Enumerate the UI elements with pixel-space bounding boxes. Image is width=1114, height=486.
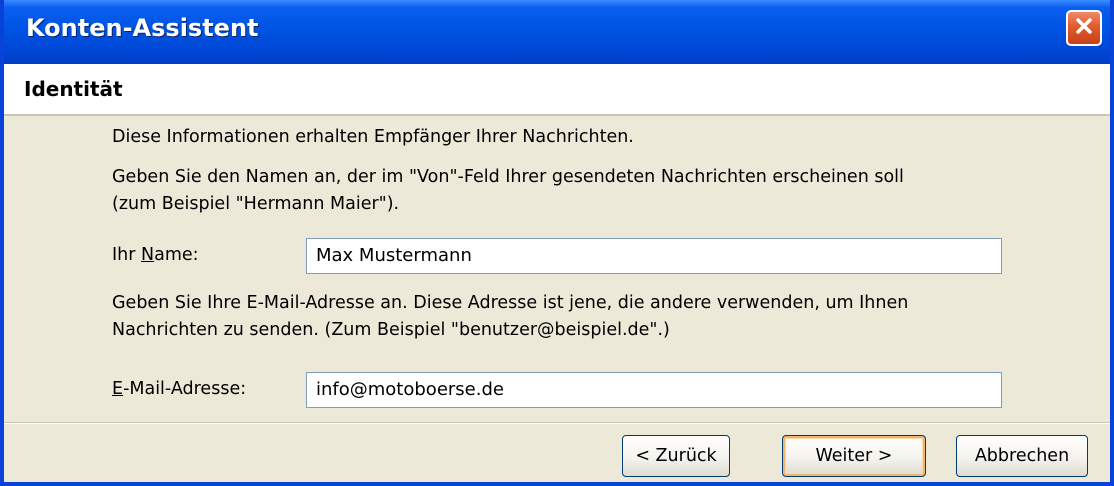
email-instruction-text: Geben Sie Ihre E-Mail-Adresse an. Diese … bbox=[112, 293, 909, 340]
button-divider bbox=[4, 422, 1110, 424]
next-button[interactable]: Weiter > bbox=[782, 435, 926, 477]
cancel-button[interactable]: Abbrechen bbox=[956, 435, 1088, 477]
email-input[interactable]: info@motoboerse.de bbox=[306, 372, 1002, 408]
intro-text: Diese Informationen erhalten Empfänger I… bbox=[112, 127, 634, 147]
window-title: Konten-Assistent bbox=[26, 14, 259, 42]
name-instruction-text: Geben Sie den Namen an, der im "Von"-Fel… bbox=[112, 167, 904, 214]
name-label: Ihr Name: bbox=[112, 245, 199, 265]
close-button[interactable] bbox=[1066, 10, 1102, 46]
email-label: E-Mail-Adresse: bbox=[112, 379, 247, 399]
name-input[interactable]: Max Mustermann bbox=[306, 238, 1002, 274]
page-title: Identität bbox=[24, 77, 123, 101]
close-icon bbox=[1074, 16, 1094, 40]
wizard-window: Konten-Assistent Identität Diese Informa… bbox=[0, 0, 1114, 486]
title-bar[interactable]: Konten-Assistent bbox=[4, 0, 1110, 64]
back-button[interactable]: < Zurück bbox=[622, 435, 730, 477]
page-header: Identität bbox=[4, 64, 1110, 116]
